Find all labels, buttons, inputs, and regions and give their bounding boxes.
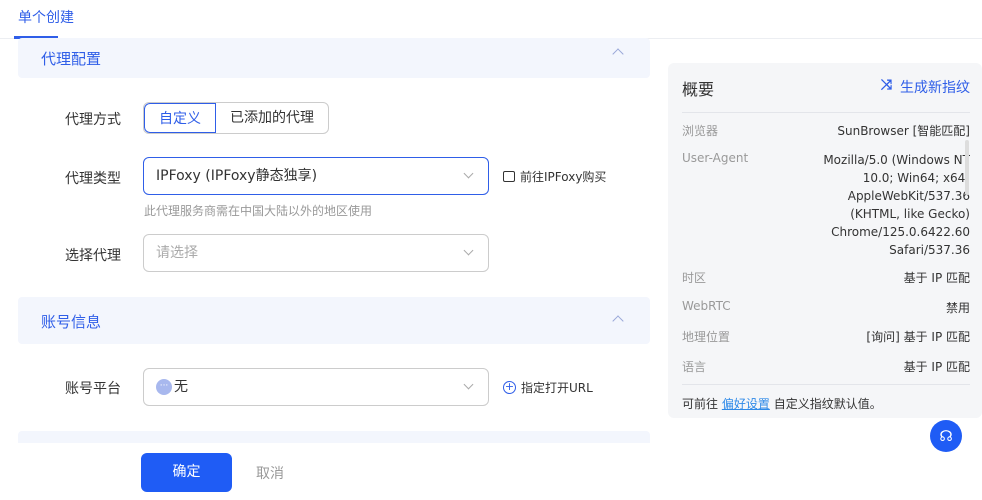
row-key: 浏览器 bbox=[682, 124, 719, 138]
chevron-up-icon[interactable] bbox=[612, 315, 624, 327]
mode-added-proxy[interactable]: 已添加的代理 bbox=[216, 103, 328, 133]
section-header-proxy[interactable]: 代理配置 bbox=[18, 38, 650, 78]
external-link-icon bbox=[503, 171, 515, 182]
section-title: 代理配置 bbox=[41, 50, 102, 68]
tab-single-create[interactable]: 单个创建 bbox=[18, 7, 74, 27]
row-value: Mozilla/5.0 (Windows NT 10.0; Win64; x64… bbox=[823, 153, 970, 257]
divider bbox=[682, 384, 970, 385]
generate-text: 生成新指纹 bbox=[900, 80, 970, 96]
note-prefix: 可前往 bbox=[682, 397, 719, 411]
buy-ipfoxy-link[interactable]: 前往IPFoxy购买 bbox=[503, 168, 606, 185]
row-value: 禁用 bbox=[945, 301, 970, 315]
buy-link-text: 前往IPFoxy购买 bbox=[520, 170, 607, 184]
summary-row: 地理位置 [询问] 基于 IP 匹配 bbox=[682, 328, 970, 346]
more-icon: ··· bbox=[156, 379, 172, 395]
plus-circle-icon: + bbox=[503, 380, 516, 394]
row-value: 基于 IP 匹配 bbox=[903, 271, 970, 285]
row-value: 基于 IP 匹配 bbox=[903, 360, 970, 374]
divider bbox=[682, 112, 970, 113]
chevron-down-icon bbox=[463, 245, 474, 256]
support-headset-icon[interactable]: ☊ bbox=[930, 420, 962, 452]
preferences-link[interactable]: 偏好设置 bbox=[722, 397, 770, 411]
chevron-up-icon[interactable] bbox=[612, 48, 624, 60]
mode-custom[interactable]: 自定义 bbox=[144, 103, 216, 133]
row-value: SunBrowser [智能匹配] bbox=[837, 124, 970, 138]
chevron-down-icon bbox=[463, 168, 474, 179]
row-value: [询问] 基于 IP 匹配 bbox=[866, 330, 970, 344]
proxy-type-label: 代理类型 bbox=[65, 171, 121, 187]
confirm-button[interactable]: 确定 bbox=[141, 453, 232, 492]
platform-select[interactable]: ··· 无 bbox=[143, 368, 489, 406]
chevron-down-icon bbox=[463, 379, 474, 390]
section-header-account[interactable]: 账号信息 bbox=[18, 297, 650, 344]
note-suffix: 自定义指纹默认值。 bbox=[773, 397, 882, 411]
section-title: 账号信息 bbox=[41, 313, 102, 331]
shuffle-icon: ⤨ bbox=[880, 77, 892, 93]
generate-fingerprint-button[interactable]: ⤨ 生成新指纹 bbox=[881, 77, 970, 97]
open-url-button[interactable]: + 指定打开URL bbox=[503, 379, 593, 396]
summary-title: 概要 bbox=[682, 80, 715, 99]
summary-row: 浏览器 SunBrowser [智能匹配] bbox=[682, 122, 970, 140]
select-proxy-label: 选择代理 bbox=[65, 248, 121, 264]
proxy-mode-label: 代理方式 bbox=[65, 112, 121, 128]
proxy-mode-segmented: 自定义 已添加的代理 bbox=[143, 102, 329, 134]
summary-row: 时区 基于 IP 匹配 bbox=[682, 269, 970, 287]
open-url-text: 指定打开URL bbox=[521, 381, 593, 395]
row-key: WebRTC bbox=[682, 299, 731, 313]
scrollbar[interactable] bbox=[965, 140, 969, 195]
summary-row: User-Agent Mozilla/5.0 (Windows NT 10.0; … bbox=[682, 151, 970, 259]
proxy-type-value: IPFoxy (IPFoxy静态独享) bbox=[156, 168, 318, 184]
summary-row: 语言 基于 IP 匹配 bbox=[682, 358, 970, 376]
proxy-type-hint: 此代理服务商需在中国大陆以外的地区使用 bbox=[144, 204, 373, 218]
cancel-button[interactable]: 取消 bbox=[256, 463, 284, 483]
placeholder: 请选择 bbox=[156, 245, 198, 261]
row-key: 语言 bbox=[682, 360, 707, 374]
proxy-type-select[interactable]: IPFoxy (IPFoxy静态独享) bbox=[143, 157, 489, 195]
row-key: 时区 bbox=[682, 271, 707, 285]
platform-value: 无 bbox=[174, 379, 188, 395]
row-key: 地理位置 bbox=[682, 330, 731, 344]
summary-row: WebRTC 禁用 bbox=[682, 299, 970, 317]
summary-note: 可前往 偏好设置 自定义指纹默认值。 bbox=[682, 395, 882, 412]
summary-panel: 概要 ⤨ 生成新指纹 浏览器 SunBrowser [智能匹配] User-Age… bbox=[668, 63, 982, 418]
select-proxy-dropdown[interactable]: 请选择 bbox=[143, 234, 489, 272]
platform-label: 账号平台 bbox=[65, 381, 121, 397]
row-key: User-Agent bbox=[682, 151, 749, 165]
